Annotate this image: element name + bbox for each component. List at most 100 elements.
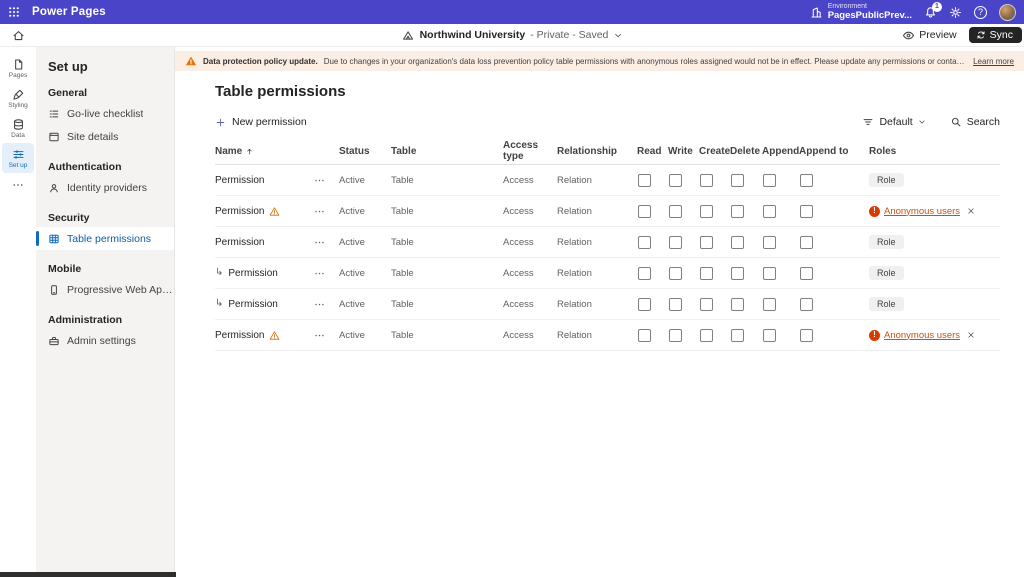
column-header-access-type[interactable]: Access type xyxy=(503,140,557,162)
checkbox-read[interactable] xyxy=(638,298,651,311)
checkbox-append-to[interactable] xyxy=(800,329,813,342)
checkbox-cell-delete xyxy=(730,298,762,311)
checkbox-delete[interactable] xyxy=(731,236,744,249)
roles-cell: !Anonymous users xyxy=(869,206,1000,217)
column-header-append[interactable]: Append xyxy=(762,146,799,157)
sidebar-item-table-permissions[interactable]: Table permissions xyxy=(36,227,174,250)
remove-role-button[interactable] xyxy=(967,207,975,215)
sidebar-item-label: Table permissions xyxy=(67,233,151,245)
row-more-button[interactable] xyxy=(314,206,339,217)
checkbox-write[interactable] xyxy=(669,267,682,280)
checkbox-append[interactable] xyxy=(763,267,776,280)
sync-button[interactable]: Sync xyxy=(969,27,1022,43)
roles-cell: Role xyxy=(869,173,1000,187)
checkbox-read[interactable] xyxy=(638,205,651,218)
filter-label: Default xyxy=(879,116,912,128)
checkbox-write[interactable] xyxy=(669,298,682,311)
checkbox-create[interactable] xyxy=(700,205,713,218)
checkbox-delete[interactable] xyxy=(731,174,744,187)
sidebar-item-admin-settings[interactable]: Admin settings xyxy=(36,329,174,352)
checkbox-append-to[interactable] xyxy=(800,267,813,280)
sidebar-item-progressive-web-application[interactable]: Progressive Web Application xyxy=(36,278,174,301)
table-icon xyxy=(48,233,60,245)
column-header-status[interactable]: Status xyxy=(339,146,391,157)
checkbox-read[interactable] xyxy=(638,267,651,280)
column-header-read[interactable]: Read xyxy=(637,146,668,157)
checkbox-append-to[interactable] xyxy=(800,174,813,187)
rail-item-label: Styling xyxy=(8,102,28,109)
sidebar-item-identity-providers[interactable]: Identity providers xyxy=(36,176,174,199)
new-permission-button[interactable]: New permission xyxy=(215,116,307,128)
checkbox-delete[interactable] xyxy=(731,267,744,280)
checkbox-write[interactable] xyxy=(669,329,682,342)
row-more-button[interactable] xyxy=(314,175,339,186)
settings-button[interactable] xyxy=(949,6,962,19)
checkbox-cell-create xyxy=(699,174,730,187)
column-header-label: Status xyxy=(339,146,370,157)
row-more-button[interactable] xyxy=(314,237,339,248)
rail-item-set-up[interactable]: Set up xyxy=(2,143,34,173)
more-button[interactable] xyxy=(12,178,24,196)
anonymous-users-tag: !Anonymous users xyxy=(869,330,975,341)
checkbox-create[interactable] xyxy=(700,236,713,249)
column-header-delete[interactable]: Delete xyxy=(730,146,762,157)
new-permission-label: New permission xyxy=(232,116,307,128)
checkbox-create[interactable] xyxy=(700,267,713,280)
home-button[interactable] xyxy=(0,29,36,42)
checkbox-read[interactable] xyxy=(638,174,651,187)
checkbox-create[interactable] xyxy=(700,329,713,342)
row-more-button[interactable] xyxy=(314,268,339,279)
filter-dropdown[interactable]: Default xyxy=(862,116,925,128)
environment-picker[interactable]: Environment PagesPublicPrev... xyxy=(810,3,912,21)
plus-icon xyxy=(215,117,226,128)
avatar[interactable] xyxy=(999,4,1016,21)
checkbox-append[interactable] xyxy=(763,236,776,249)
checkbox-write[interactable] xyxy=(669,236,682,249)
column-header-relationship[interactable]: Relationship xyxy=(557,146,637,157)
column-header-write[interactable]: Write xyxy=(668,146,699,157)
column-header-create[interactable]: Create xyxy=(699,146,730,157)
horizontal-scrollbar[interactable] xyxy=(0,572,176,577)
column-header-name[interactable]: Name xyxy=(215,146,339,157)
checkbox-append-to[interactable] xyxy=(800,205,813,218)
learn-more-link[interactable]: Learn more xyxy=(973,57,1014,66)
checkbox-write[interactable] xyxy=(669,174,682,187)
help-button[interactable]: ? xyxy=(974,6,987,19)
rail-item-styling[interactable]: Styling xyxy=(2,83,34,113)
column-header-roles[interactable]: Roles xyxy=(869,146,1000,157)
checkbox-cell-write xyxy=(668,329,699,342)
rail-item-data[interactable]: Data xyxy=(2,113,34,143)
checkbox-read[interactable] xyxy=(638,236,651,249)
checkbox-append[interactable] xyxy=(763,329,776,342)
site-menu[interactable]: Northwind University - Private - Saved xyxy=(402,29,623,42)
checkbox-delete[interactable] xyxy=(731,205,744,218)
sidebar-item-site-details[interactable]: Site details xyxy=(36,125,174,148)
notifications-button[interactable]: 1 xyxy=(924,6,937,19)
app-launcher-icon[interactable] xyxy=(0,0,28,24)
row-more-button[interactable] xyxy=(314,299,339,310)
checkbox-create[interactable] xyxy=(700,298,713,311)
column-header-append-to[interactable]: Append to xyxy=(799,146,869,157)
preview-button[interactable]: Preview xyxy=(902,29,956,42)
name-cell: Permission xyxy=(215,206,339,217)
search-button[interactable]: Search xyxy=(950,116,1000,128)
checkbox-append[interactable] xyxy=(763,205,776,218)
checkbox-create[interactable] xyxy=(700,174,713,187)
checkbox-delete[interactable] xyxy=(731,329,744,342)
remove-role-button[interactable] xyxy=(967,331,975,339)
checkbox-read[interactable] xyxy=(638,329,651,342)
checklist-icon xyxy=(48,108,60,120)
row-more-button[interactable] xyxy=(314,330,339,341)
banner-title: Data protection policy update. xyxy=(203,57,318,66)
child-relationship-icon: ↳ xyxy=(215,268,223,278)
checkbox-append-to[interactable] xyxy=(800,298,813,311)
rail-item-pages[interactable]: Pages xyxy=(2,53,34,83)
checkbox-write[interactable] xyxy=(669,205,682,218)
name-cell: ↳Permission xyxy=(215,299,339,310)
checkbox-append[interactable] xyxy=(763,174,776,187)
column-header-table[interactable]: Table xyxy=(391,146,503,157)
checkbox-append[interactable] xyxy=(763,298,776,311)
checkbox-append-to[interactable] xyxy=(800,236,813,249)
checkbox-delete[interactable] xyxy=(731,298,744,311)
sidebar-item-go-live-checklist[interactable]: Go-live checklist xyxy=(36,102,174,125)
